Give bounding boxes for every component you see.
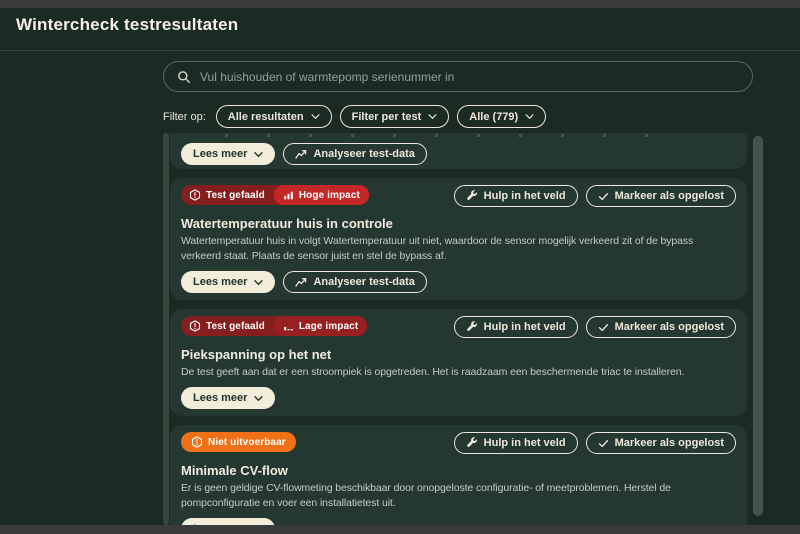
warning-icon	[189, 189, 201, 201]
check-icon	[598, 192, 608, 200]
chevron-down-icon	[525, 114, 534, 120]
read-more-button[interactable]: Lees meer	[181, 518, 276, 525]
mark-resolved-label: Markeer als opgelost	[614, 437, 724, 449]
wrench-icon	[466, 190, 477, 200]
analyze-test-data-button[interactable]: Analyseer test-data	[283, 143, 427, 165]
wrench-icon	[466, 437, 477, 447]
warning-icon	[189, 320, 201, 332]
filter-dropdown-count-label: Alle (779)	[469, 110, 519, 123]
filter-dropdown-results-label: Alle resultaten	[227, 110, 304, 123]
impact-badge-low: Lage impact	[273, 316, 368, 336]
trend-line-icon	[295, 277, 307, 287]
filter-row: Filter op: Alle resultaten Filter per te…	[163, 105, 547, 128]
wrench-icon	[466, 321, 477, 331]
result-card-watertemperatuur: Test gefaald Hoge impact Hulp in het vel…	[170, 178, 747, 300]
bars-low-icon	[284, 326, 293, 330]
mark-resolved-label: Markeer als opgelost	[614, 190, 724, 202]
field-help-label: Hulp in het veld	[483, 321, 566, 333]
check-icon	[598, 323, 608, 331]
trend-line-icon	[295, 149, 307, 159]
field-help-label: Hulp in het veld	[483, 190, 566, 202]
status-badge-failed: Test gefaald Hoge impact	[181, 185, 369, 205]
vertical-scrollbar[interactable]	[753, 136, 763, 516]
impact-badge-high: Hoge impact	[273, 185, 369, 205]
card-title: Minimale CV-flow	[181, 463, 288, 478]
card-description: De test geeft aan dat er een stroompiek …	[181, 366, 685, 378]
field-help-button[interactable]: Hulp in het veld	[453, 185, 578, 207]
mark-resolved-button[interactable]: Markeer als opgelost	[585, 432, 736, 454]
status-badge-failed: Test gefaald Lage impact	[181, 316, 368, 336]
analyze-test-data-label: Analyseer test-data	[313, 148, 415, 160]
mark-resolved-button[interactable]: Markeer als opgelost	[585, 185, 736, 207]
read-more-button[interactable]: Lees meer	[181, 271, 276, 293]
search-input[interactable]	[200, 69, 739, 84]
chevron-down-icon	[428, 114, 437, 120]
result-card-clipped: Lees meer Analyseer test-data	[170, 133, 747, 169]
filter-dropdown-count[interactable]: Alle (779)	[457, 105, 547, 128]
card-description: Watertemperatuur huis in volgt Watertemp…	[181, 235, 694, 262]
window-chrome-top	[0, 0, 800, 8]
search-icon	[178, 70, 191, 83]
filter-dropdown-results[interactable]: Alle resultaten	[215, 105, 332, 128]
results-scroll-area: Lees meer Analyseer test-data Test gefaa…	[163, 133, 763, 525]
card-title: Watertemperatuur huis in controle	[181, 216, 393, 231]
chevron-down-icon	[310, 114, 320, 120]
read-more-button[interactable]: Lees meer	[181, 387, 276, 409]
mark-resolved-label: Markeer als opgelost	[614, 321, 724, 333]
read-more-label: Lees meer	[193, 276, 248, 288]
mark-resolved-button[interactable]: Markeer als opgelost	[585, 316, 736, 338]
page-title: Wintercheck testresultaten	[16, 15, 239, 34]
read-more-label: Lees meer	[193, 148, 248, 160]
status-badge-label: Test gefaald	[206, 320, 265, 332]
impact-badge-label: Lage impact	[298, 320, 359, 332]
warning-icon	[191, 436, 203, 448]
analyze-test-data-label: Analyseer test-data	[313, 276, 415, 288]
field-help-button[interactable]: Hulp in het veld	[453, 432, 578, 454]
search-bar[interactable]	[163, 61, 753, 92]
read-more-label: Lees meer	[193, 392, 248, 404]
chevron-down-icon	[254, 151, 264, 157]
card-description: Er is geen geldige CV-flowmeting beschik…	[181, 482, 671, 509]
result-card-piekspanning: Test gefaald Lage impact Hulp in het vel…	[170, 309, 747, 416]
filter-dropdown-test[interactable]: Filter per test	[339, 105, 450, 128]
status-badge-label: Niet uitvoerbaar	[208, 436, 286, 448]
field-help-label: Hulp in het veld	[483, 437, 566, 449]
results-list: Lees meer Analyseer test-data Test gefaa…	[170, 133, 747, 525]
card-title: Piekspanning op het net	[181, 347, 332, 362]
impact-badge-label: Hoge impact	[298, 189, 360, 201]
filter-label: Filter op:	[163, 110, 206, 123]
bars-high-icon	[284, 191, 293, 199]
scroll-track-left	[163, 133, 169, 525]
analyze-test-data-button[interactable]: Analyseer test-data	[283, 271, 427, 293]
chevron-down-icon	[254, 395, 264, 401]
chevron-down-icon	[254, 279, 264, 285]
result-card-cv-flow: Niet uitvoerbaar Hulp in het veld Markee…	[170, 425, 747, 525]
header-divider	[0, 50, 800, 51]
field-help-button[interactable]: Hulp in het veld	[453, 316, 578, 338]
read-more-button[interactable]: Lees meer	[181, 143, 276, 165]
window-chrome-bottom	[0, 525, 800, 534]
status-badge-not-executable: Niet uitvoerbaar	[181, 432, 296, 452]
clipped-text-remnant	[225, 134, 687, 137]
status-badge-label: Test gefaald	[206, 189, 265, 201]
filter-dropdown-test-label: Filter per test	[351, 110, 422, 123]
check-icon	[598, 439, 608, 447]
